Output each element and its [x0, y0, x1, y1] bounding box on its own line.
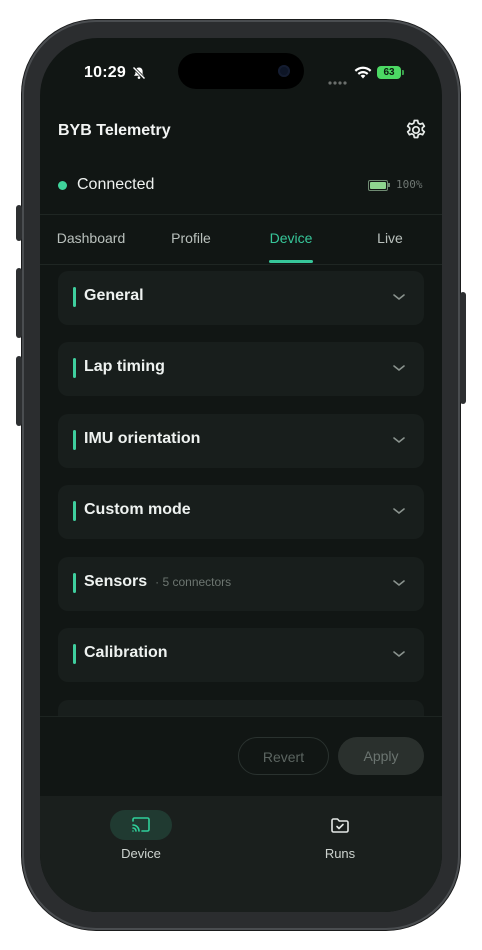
cast-icon	[132, 817, 150, 832]
footer-divider	[40, 716, 442, 717]
device-battery-fill	[370, 182, 386, 189]
section-accent-bar	[73, 501, 76, 521]
apply-button[interactable]: Apply	[338, 737, 424, 775]
section-title: Sensors · 5 connectors	[84, 573, 232, 590]
chevron-down-icon	[393, 294, 405, 301]
section-title: Custom mode	[84, 501, 191, 518]
chevron-down-icon	[393, 508, 405, 515]
section-sensors[interactable]: Sensors · 5 connectors	[58, 557, 424, 611]
app-title: BYB Telemetry	[58, 122, 171, 139]
device-battery-icon	[368, 180, 388, 191]
nav-runs[interactable]: Runs	[280, 810, 400, 861]
tab-dashboard[interactable]: Dashboard	[57, 230, 126, 246]
camera-icon	[278, 65, 290, 77]
connected-indicator-dot	[58, 181, 67, 190]
volume-up-button	[16, 268, 22, 338]
volume-down-button	[16, 356, 22, 426]
section-general[interactable]: General	[58, 271, 424, 325]
section-accent-bar	[73, 358, 76, 378]
status-time: 10:29	[84, 64, 126, 81]
section-accent-bar	[73, 287, 76, 307]
tab-profile[interactable]: Profile	[171, 230, 211, 246]
connection-status-label: Connected	[77, 176, 155, 193]
power-button	[460, 292, 466, 404]
section-title: Calibration	[84, 644, 168, 661]
bell-slash-icon	[132, 66, 146, 85]
section-imu-orientation[interactable]: IMU orientation	[58, 414, 424, 468]
chevron-down-icon	[393, 365, 405, 372]
section-lap-timing[interactable]: Lap timing	[58, 342, 424, 396]
revert-button[interactable]: Revert	[238, 737, 329, 775]
section-calibration[interactable]: Calibration	[58, 628, 424, 682]
device-battery-tip	[388, 183, 390, 187]
nav-device-label: Device	[121, 846, 161, 861]
divider	[40, 264, 442, 265]
settings-gear-icon[interactable]	[404, 118, 428, 142]
section-partial[interactable]	[58, 700, 424, 716]
phone-battery-icon: 63	[377, 66, 401, 79]
nav-active-pill	[110, 810, 172, 840]
section-title: Lap timing	[84, 358, 165, 375]
section-accent-bar	[73, 573, 76, 593]
section-accent-bar	[73, 644, 76, 664]
sensors-connector-count: · 5 connectors	[155, 575, 232, 589]
section-title: General	[84, 287, 144, 304]
section-accent-bar	[73, 430, 76, 450]
chevron-down-icon	[393, 580, 405, 587]
signal-icon	[328, 72, 348, 90]
status-bar: 10:29 63	[40, 38, 442, 108]
settings-section-list: General Lap timing IMU orientation Custo…	[40, 266, 442, 716]
dynamic-island	[178, 53, 304, 89]
active-tab-indicator	[269, 260, 313, 263]
app-screen: 10:29 63 BYB Telemetry Connected 100% Da…	[40, 38, 442, 912]
wifi-icon	[354, 66, 372, 84]
device-battery-percent: 100%	[396, 178, 423, 191]
nav-runs-label: Runs	[324, 846, 356, 861]
nav-device[interactable]: Device	[81, 810, 201, 861]
folder-check-icon	[331, 818, 349, 833]
tab-device[interactable]: Device	[270, 230, 313, 246]
bottom-navigation: Device Runs	[40, 796, 442, 912]
divider	[40, 214, 442, 215]
chevron-down-icon	[393, 437, 405, 444]
chevron-down-icon	[393, 651, 405, 658]
nav-pill	[309, 810, 371, 840]
tab-live[interactable]: Live	[377, 230, 403, 246]
tab-bar: Dashboard Profile Device Live	[40, 216, 442, 264]
phone-battery-tip	[402, 70, 404, 75]
section-custom-mode[interactable]: Custom mode	[58, 485, 424, 539]
section-title: IMU orientation	[84, 430, 201, 447]
action-button	[16, 205, 22, 241]
